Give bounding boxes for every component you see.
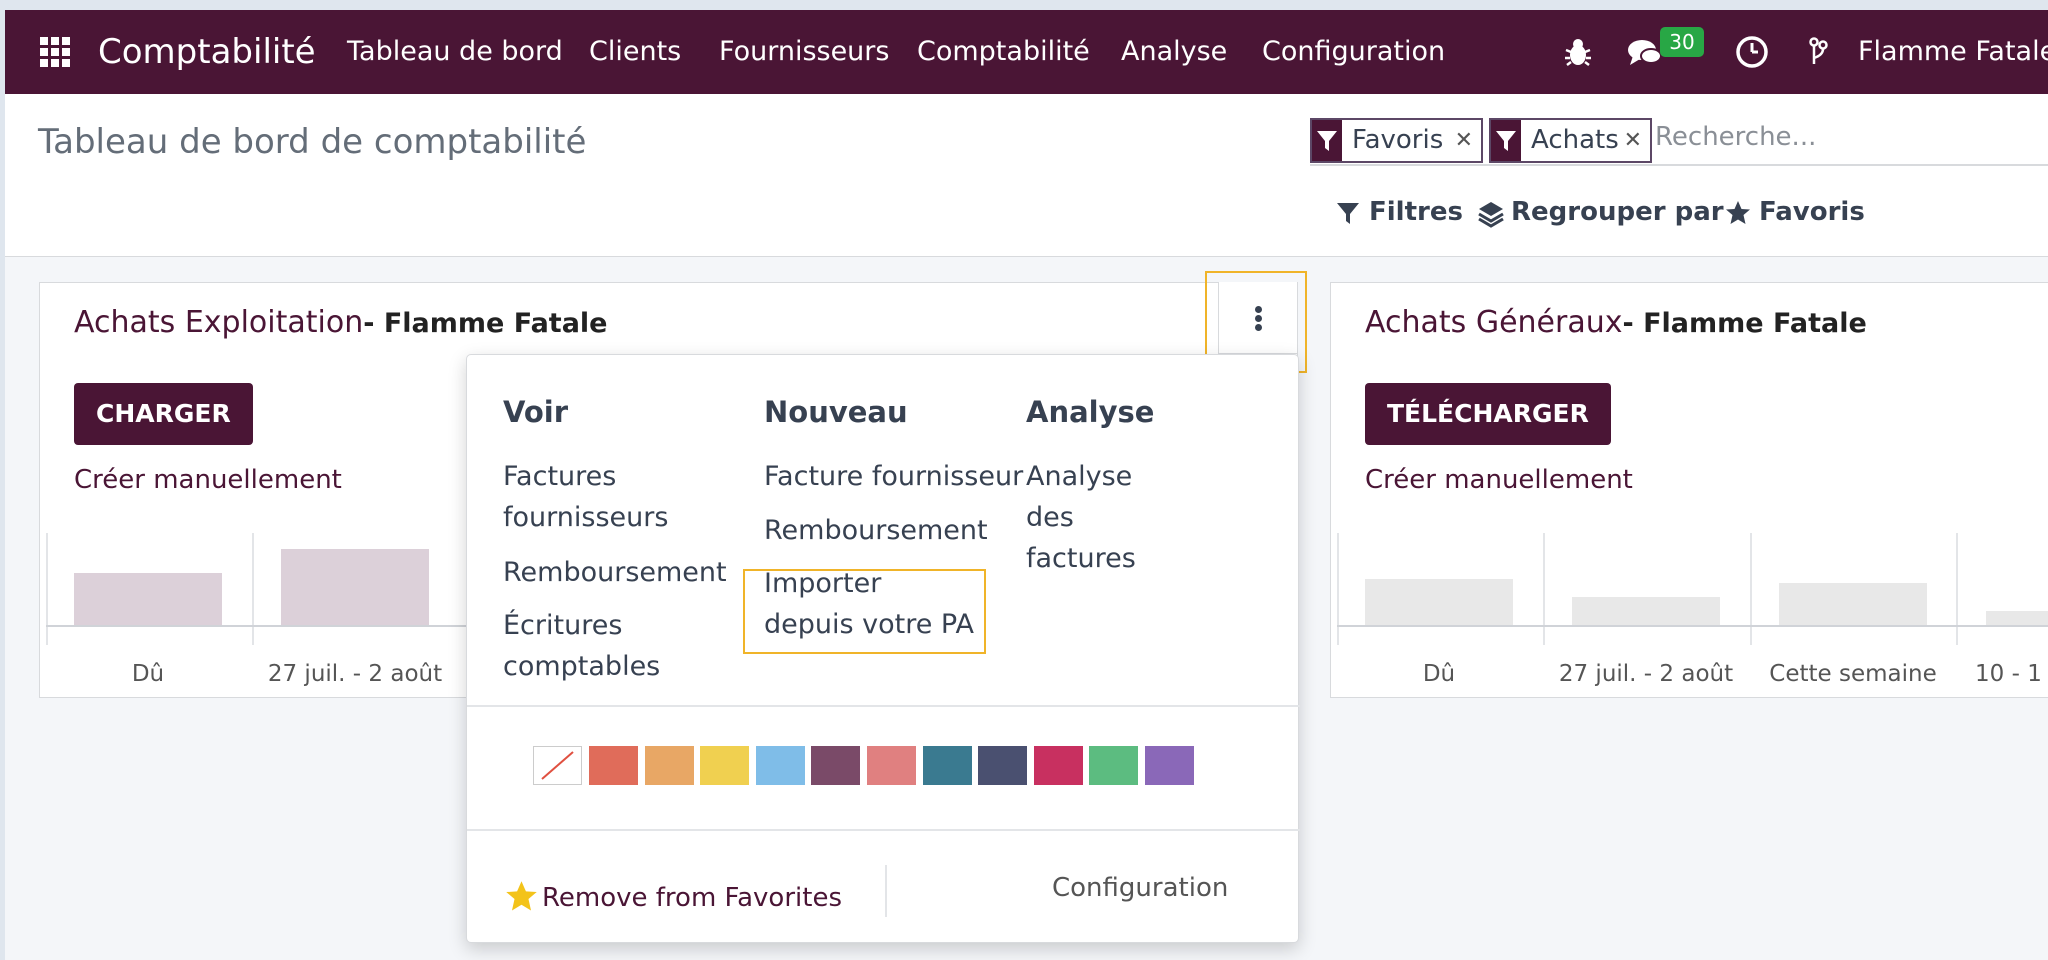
journal-graph: Dû 27 juil. - 2 août	[46, 533, 496, 691]
menu-comptabilite[interactable]: Comptabilité	[917, 10, 1090, 94]
color-swatch[interactable]	[923, 746, 972, 785]
filter-icon	[1491, 120, 1521, 161]
graph-bar	[1572, 597, 1720, 625]
menu-item-new-remboursement[interactable]: Remboursement	[764, 510, 1004, 551]
apps-grid-icon[interactable]	[40, 37, 70, 67]
facet-label: Favoris	[1352, 125, 1444, 155]
color-swatch[interactable]	[589, 746, 638, 785]
color-swatch-none[interactable]	[533, 746, 582, 785]
journal-title[interactable]: Achats Généraux- Flamme Fatale	[1365, 305, 1867, 340]
create-manually-link[interactable]: Créer manuellement	[74, 465, 342, 495]
menu-item-factures-fournisseurs[interactable]: Factures fournisseurs	[503, 456, 703, 538]
color-swatch[interactable]	[700, 746, 749, 785]
odoo-window: Comptabilité Tableau de bord Clients Fou…	[5, 10, 2048, 960]
journal-graph: Dû 27 juil. - 2 août Cette semaine 10 - …	[1337, 533, 2048, 691]
color-swatch[interactable]	[1034, 746, 1083, 785]
menu-analyse[interactable]: Analyse	[1121, 10, 1227, 94]
journal-card-achats-generaux: Achats Généraux- Flamme Fatale TÉLÉCHARG…	[1330, 282, 2048, 698]
remove-from-favorites-link[interactable]: Remove from Favorites	[542, 883, 842, 913]
divider	[885, 865, 887, 917]
color-swatch[interactable]	[867, 746, 916, 785]
star-icon[interactable]	[505, 880, 538, 913]
search-underline	[1310, 164, 2048, 166]
create-manually-link[interactable]: Créer manuellement	[1365, 465, 1633, 495]
journal-company: - Flamme Fatale	[1622, 308, 1867, 339]
layers-icon	[1478, 202, 1504, 228]
graph-bar	[1779, 583, 1927, 625]
filters-button[interactable]: Filtres	[1335, 192, 1485, 232]
search-input[interactable]: Recherche...	[1655, 122, 1816, 152]
graph-label: 27 juil. - 2 août	[1558, 661, 1734, 687]
group-by-button[interactable]: Regrouper par	[1477, 192, 1724, 232]
menu-item-analyse-factures[interactable]: Analyse des factures	[1026, 456, 1186, 579]
graph-bar	[281, 549, 429, 625]
section-nouveau: Nouveau	[764, 395, 908, 429]
graph-bar	[74, 573, 222, 625]
graph-bar	[1986, 611, 2048, 625]
branch-icon[interactable]	[1798, 32, 1838, 72]
graph-bar	[1365, 579, 1513, 625]
section-analyse: Analyse	[1026, 395, 1155, 429]
graph-label: Dû	[131, 661, 165, 687]
highlight-box	[743, 569, 986, 654]
bug-icon[interactable]	[1558, 32, 1598, 72]
chat-icon[interactable]	[1625, 32, 1665, 72]
graph-label: Cette semaine	[1769, 661, 1937, 687]
menu-tableau-de-bord[interactable]: Tableau de bord	[347, 10, 563, 94]
menu-item-ecritures-comptables[interactable]: Écritures comptables	[503, 605, 703, 687]
top-navbar: Comptabilité Tableau de bord Clients Fou…	[5, 10, 2048, 94]
company-switcher[interactable]: Flamme Fatale	[1858, 10, 2048, 94]
control-panel: Tableau de bord de comptabilité Favoris …	[5, 94, 2048, 257]
color-swatch[interactable]	[756, 746, 805, 785]
menu-configuration[interactable]: Configuration	[1262, 10, 1445, 94]
divider	[467, 705, 1300, 707]
close-icon[interactable]: ✕	[1455, 120, 1473, 161]
close-icon[interactable]: ✕	[1624, 120, 1642, 161]
facet-label: Achats	[1531, 125, 1619, 155]
menu-fournisseurs[interactable]: Fournisseurs	[719, 10, 889, 94]
graph-label: 27 juil. - 2 août	[267, 661, 443, 687]
journal-configuration-link[interactable]: Configuration	[1052, 873, 1228, 903]
menu-item-facture-fournisseur[interactable]: Facture fournisseur	[764, 456, 1024, 497]
color-swatch[interactable]	[1145, 746, 1194, 785]
card-options-dropdown: Voir Nouveau Analyse Factures fournisseu…	[466, 354, 1300, 943]
journal-title[interactable]: Achats Exploitation- Flamme Fatale	[74, 305, 608, 340]
color-swatch[interactable]	[978, 746, 1027, 785]
star-icon	[1726, 201, 1750, 224]
facet-achats[interactable]: Achats ✕	[1489, 118, 1652, 163]
color-swatch[interactable]	[1089, 746, 1138, 785]
menu-clients[interactable]: Clients	[589, 10, 681, 94]
divider	[467, 829, 1300, 831]
filter-icon	[1337, 203, 1359, 224]
color-swatch[interactable]	[811, 746, 860, 785]
filter-icon	[1312, 120, 1342, 161]
graph-label: Dû	[1422, 661, 1456, 687]
clock-icon[interactable]	[1732, 32, 1772, 72]
page-title: Tableau de bord de comptabilité	[38, 122, 587, 162]
section-voir: Voir	[503, 395, 569, 429]
app-name[interactable]: Comptabilité	[98, 10, 316, 94]
journal-company: - Flamme Fatale	[363, 308, 608, 339]
messages-count-badge: 30	[1660, 27, 1704, 57]
facet-favoris[interactable]: Favoris ✕	[1310, 118, 1483, 163]
upload-button[interactable]: TÉLÉCHARGER	[1365, 383, 1611, 445]
upload-button[interactable]: CHARGER	[74, 383, 253, 445]
graph-label: 10 - 1	[1975, 661, 2042, 687]
menu-item-remboursement[interactable]: Remboursement	[503, 552, 733, 593]
color-swatch[interactable]	[645, 746, 694, 785]
favorites-button[interactable]: Favoris	[1725, 192, 1875, 232]
